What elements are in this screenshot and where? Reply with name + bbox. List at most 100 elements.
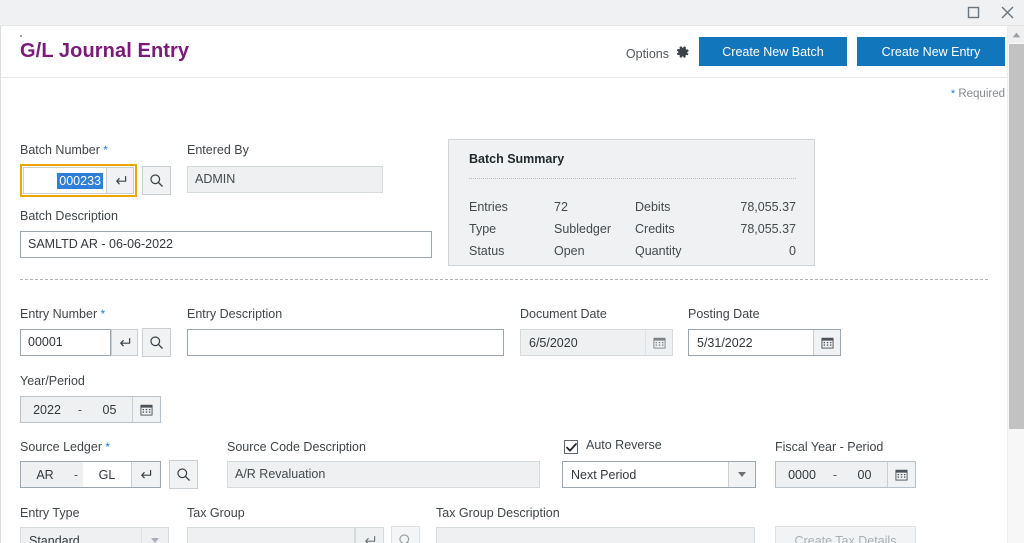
- batch-number-go-button[interactable]: [106, 167, 134, 194]
- chevron-down-icon[interactable]: [728, 462, 755, 487]
- source-code-value[interactable]: GL: [83, 462, 131, 487]
- options-button[interactable]: Options: [626, 45, 690, 63]
- entered-by-input: ADMIN: [187, 166, 383, 193]
- options-label: Options: [626, 47, 669, 61]
- entry-description-input[interactable]: [187, 329, 504, 356]
- source-ledger-field[interactable]: AR - GL: [20, 461, 161, 488]
- entry-description-label: Entry Description: [187, 307, 282, 321]
- required-star-icon: *: [951, 88, 955, 100]
- batch-number-find-button[interactable]: [142, 166, 171, 195]
- entry-number-find-button[interactable]: [142, 328, 171, 357]
- entry-number-input[interactable]: 00001: [20, 329, 111, 356]
- source-ledger-go-button[interactable]: [131, 462, 158, 487]
- check-icon: [566, 443, 577, 452]
- fiscal-period-value: 00: [842, 462, 887, 487]
- summary-value-type: Subledger: [554, 222, 611, 236]
- auto-reverse-period-value: Next Period: [563, 462, 728, 487]
- posting-date-field[interactable]: 5/31/2022: [688, 329, 841, 356]
- maximize-icon[interactable]: [956, 0, 990, 26]
- source-ledger-value: AR: [21, 462, 69, 487]
- period-value: 05: [87, 397, 132, 422]
- tax-group-description-label: Tax Group Description: [436, 506, 560, 520]
- tax-group-input[interactable]: [187, 527, 355, 543]
- summary-value-status: Open: [554, 244, 585, 258]
- source-code-description-value: A/R Revaluation: [235, 467, 325, 481]
- batch-summary-divider: [469, 178, 796, 179]
- auto-reverse-label: Auto Reverse: [586, 438, 662, 452]
- window-titlebar: [0, 0, 1024, 26]
- summary-label-quantity: Quantity: [635, 244, 682, 258]
- auto-reverse-period-select[interactable]: Next Period: [562, 461, 756, 488]
- entry-type-select[interactable]: Standard: [20, 527, 169, 543]
- calendar-icon[interactable]: [887, 462, 914, 487]
- batch-description-label: Batch Description: [20, 209, 118, 223]
- batch-number-input[interactable]: 000233: [23, 167, 106, 194]
- entered-by-value: ADMIN: [195, 172, 235, 186]
- create-tax-details-button: Create Tax Details: [775, 526, 916, 543]
- gear-icon: [675, 45, 690, 63]
- summary-value-entries: 72: [554, 200, 568, 214]
- vertical-scrollbar[interactable]: [1007, 26, 1024, 543]
- calendar-icon: [645, 330, 672, 355]
- summary-label-debits: Debits: [635, 200, 670, 214]
- close-icon[interactable]: [990, 0, 1024, 26]
- entry-number-label: Entry Number *: [20, 307, 105, 321]
- section-divider-1: [20, 279, 988, 280]
- tax-group-find-button[interactable]: [391, 526, 420, 543]
- year-period-field[interactable]: 2022 - 05: [20, 396, 161, 423]
- summary-value-debits: 78,055.37: [696, 200, 796, 214]
- source-code-description-label: Source Code Description: [227, 440, 366, 454]
- title-marker-dot: [20, 35, 22, 37]
- batch-summary-title: Batch Summary: [469, 152, 564, 166]
- summary-value-credits: 78,055.37: [696, 222, 796, 236]
- batch-number-label: Batch Number *: [20, 143, 108, 157]
- document-date-label: Document Date: [520, 307, 607, 321]
- scrollbar-thumb[interactable]: [1009, 44, 1024, 429]
- tax-group-description-input: [436, 527, 755, 543]
- entry-type-label: Entry Type: [20, 506, 80, 520]
- batch-description-input[interactable]: SAMLTD AR - 06-06-2022: [20, 231, 432, 258]
- application-window: G/L Journal Entry Options Create New Bat…: [0, 0, 1024, 543]
- source-ledger-label: Source Ledger *: [20, 440, 110, 454]
- page-header: G/L Journal Entry Options Create New Bat…: [1, 26, 1007, 78]
- entry-number-value: 00001: [28, 335, 63, 349]
- create-new-entry-button[interactable]: Create New Entry: [857, 37, 1005, 66]
- scroll-up-arrow-icon[interactable]: [1008, 26, 1024, 43]
- batch-number-field-group[interactable]: 000233: [20, 164, 137, 197]
- source-ledger-find-button[interactable]: [169, 460, 198, 489]
- entered-by-label: Entered By: [187, 143, 249, 157]
- batch-summary-panel: Batch Summary Entries 72 Debits 78,055.3…: [448, 139, 815, 266]
- create-new-batch-button[interactable]: Create New Batch: [699, 37, 847, 66]
- calendar-icon[interactable]: [132, 397, 159, 422]
- fiscal-year-value: 0000: [776, 462, 828, 487]
- page-title: G/L Journal Entry: [20, 40, 189, 63]
- source-code-description-input: A/R Revaluation: [227, 461, 540, 488]
- required-legend-label: Required: [958, 88, 1005, 100]
- entry-number-go-button[interactable]: [111, 329, 138, 356]
- summary-label-credits: Credits: [635, 222, 675, 236]
- page-body: G/L Journal Entry Options Create New Bat…: [0, 26, 1024, 543]
- source-ledger-dash: -: [69, 462, 83, 487]
- year-value: 2022: [21, 397, 73, 422]
- auto-reverse-checkbox[interactable]: [564, 440, 578, 454]
- tax-group-go-button[interactable]: [355, 527, 384, 543]
- year-period-dash: -: [73, 397, 87, 422]
- summary-label-status: Status: [469, 244, 504, 258]
- batch-number-value: 000233: [57, 173, 103, 189]
- fiscal-year-period-label: Fiscal Year - Period: [775, 440, 883, 454]
- posting-date-value: 5/31/2022: [689, 330, 813, 355]
- posting-date-label: Posting Date: [688, 307, 760, 321]
- summary-label-type: Type: [469, 222, 496, 236]
- required-legend: * Required: [951, 88, 1005, 100]
- fiscal-dash: -: [828, 462, 842, 487]
- batch-description-value: SAMLTD AR - 06-06-2022: [28, 237, 173, 251]
- tax-group-label: Tax Group: [187, 506, 245, 520]
- chevron-down-icon[interactable]: [141, 528, 168, 543]
- document-date-value: 6/5/2020: [521, 330, 645, 355]
- calendar-icon[interactable]: [813, 330, 840, 355]
- document-date-field: 6/5/2020: [520, 329, 673, 356]
- entry-type-value: Standard: [21, 528, 141, 543]
- summary-label-entries: Entries: [469, 200, 508, 214]
- fiscal-year-period-field[interactable]: 0000 - 00: [775, 461, 916, 488]
- year-period-label: Year/Period: [20, 374, 85, 388]
